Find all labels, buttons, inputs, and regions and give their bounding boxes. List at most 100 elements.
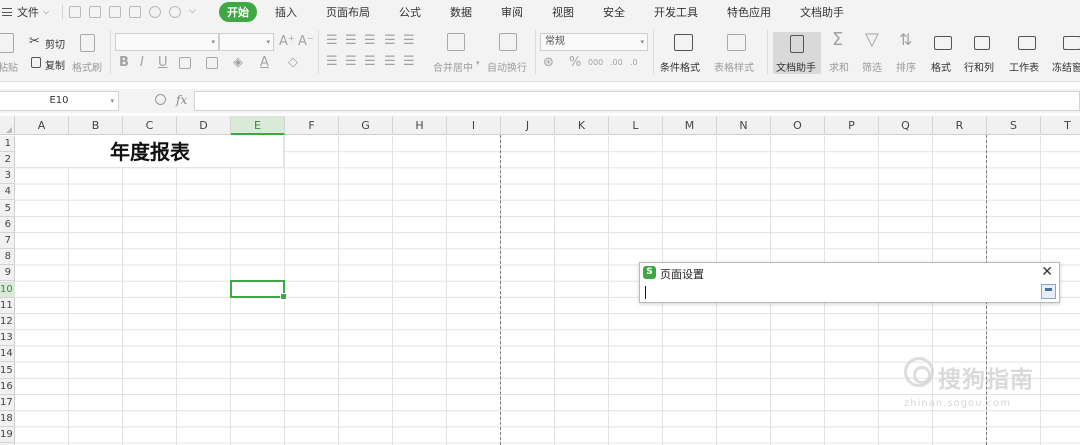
- indent-decrease-icon[interactable]: ☰: [384, 34, 396, 48]
- tab-page-layout[interactable]: 页面布局: [326, 4, 370, 20]
- italic-icon[interactable]: I: [140, 56, 144, 70]
- column-header[interactable]: P: [825, 116, 879, 135]
- tab-home[interactable]: 开始: [219, 2, 257, 22]
- column-header[interactable]: C: [123, 116, 177, 135]
- row-header[interactable]: 17: [0, 395, 15, 411]
- column-header[interactable]: F: [285, 116, 339, 135]
- align-top-icon[interactable]: ☰: [326, 34, 338, 48]
- fx-icon[interactable]: fx: [176, 93, 187, 107]
- conditional-format-icon[interactable]: [674, 34, 693, 51]
- row-header[interactable]: 3: [0, 168, 15, 184]
- column-header[interactable]: K: [555, 116, 609, 135]
- paste-icon[interactable]: [0, 33, 14, 53]
- column-header[interactable]: B: [69, 116, 123, 135]
- export-pdf-icon[interactable]: [89, 6, 101, 18]
- tab-doc-helper[interactable]: 文档助手: [800, 4, 844, 20]
- tab-special-apps[interactable]: 特色应用: [727, 4, 771, 20]
- close-icon[interactable]: ✕: [1041, 264, 1053, 280]
- column-header[interactable]: G: [339, 116, 393, 135]
- row-header[interactable]: 15: [0, 363, 15, 379]
- row-header[interactable]: 8: [0, 249, 15, 265]
- tab-insert[interactable]: 插入: [275, 4, 297, 20]
- column-header[interactable]: T: [1041, 116, 1080, 135]
- conditional-format-button[interactable]: 条件格式: [660, 59, 700, 74]
- font-color-icon[interactable]: A: [260, 56, 269, 70]
- column-header[interactable]: H: [393, 116, 447, 135]
- tab-view[interactable]: 视图: [552, 4, 574, 20]
- column-header[interactable]: N: [717, 116, 771, 135]
- range-input[interactable]: [642, 284, 1040, 301]
- align-center-icon[interactable]: ☰: [345, 55, 357, 69]
- active-cell-e10[interactable]: [230, 280, 287, 300]
- column-header[interactable]: O: [771, 116, 825, 135]
- format-button[interactable]: 格式: [931, 59, 951, 74]
- indent-increase-icon[interactable]: ☰: [403, 34, 415, 48]
- sort-button[interactable]: 排序: [896, 59, 916, 74]
- column-header[interactable]: A: [15, 116, 69, 135]
- row-header[interactable]: 14: [0, 346, 15, 362]
- column-header[interactable]: Q: [879, 116, 933, 135]
- font-shrink-icon[interactable]: A⁻: [298, 35, 314, 49]
- row-header[interactable]: 18: [0, 411, 15, 427]
- align-bottom-icon[interactable]: ☰: [364, 34, 376, 48]
- print-preview-icon[interactable]: [129, 6, 141, 18]
- formula-input[interactable]: [194, 91, 1080, 111]
- merge-center-icon[interactable]: [447, 33, 465, 51]
- dialog-header[interactable]: S 页面设置 ✕: [640, 263, 1059, 283]
- sum-icon[interactable]: Σ: [832, 31, 843, 49]
- highlight-icon[interactable]: ◈: [233, 56, 243, 70]
- number-format-select[interactable]: 常规 ▾: [540, 33, 648, 51]
- filter-icon[interactable]: ▽: [865, 31, 879, 49]
- currency-icon[interactable]: ⊛: [543, 56, 554, 70]
- column-header-selected[interactable]: E: [231, 116, 285, 135]
- name-box[interactable]: E10 ▾: [0, 91, 119, 111]
- sort-icon[interactable]: ⇅: [899, 32, 912, 48]
- select-all-corner[interactable]: [0, 116, 15, 135]
- copy-button[interactable]: 复制: [45, 57, 65, 72]
- thousands-icon[interactable]: 000: [588, 56, 603, 70]
- align-right-icon[interactable]: ☰: [364, 55, 376, 69]
- column-header[interactable]: R: [933, 116, 987, 135]
- save-icon[interactable]: [69, 6, 81, 18]
- row-header[interactable]: 19: [0, 427, 15, 443]
- row-header[interactable]: 11: [0, 298, 15, 314]
- table-style-icon[interactable]: [727, 34, 746, 51]
- tab-review[interactable]: 审阅: [501, 4, 523, 20]
- tab-developer[interactable]: 开发工具: [654, 4, 698, 20]
- column-header[interactable]: D: [177, 116, 231, 135]
- font-grow-icon[interactable]: A⁺: [279, 35, 295, 49]
- border-icon[interactable]: [179, 57, 191, 69]
- percent-icon[interactable]: %: [569, 56, 581, 70]
- column-header[interactable]: S: [987, 116, 1041, 135]
- tab-formulas[interactable]: 公式: [399, 4, 421, 20]
- row-header-selected[interactable]: 10: [0, 282, 15, 298]
- decrease-decimal-icon[interactable]: .0: [630, 56, 638, 70]
- tab-data[interactable]: 数据: [450, 4, 472, 20]
- format-painter-button[interactable]: 格式刷: [72, 59, 102, 74]
- font-name-select[interactable]: ▾: [115, 33, 219, 51]
- print-icon[interactable]: [109, 6, 121, 18]
- freeze-button[interactable]: 冻结窗: [1052, 59, 1080, 74]
- cut-button[interactable]: 剪切: [45, 36, 65, 51]
- row-header[interactable]: 9: [0, 265, 15, 281]
- column-header[interactable]: M: [663, 116, 717, 135]
- justify-icon[interactable]: ☰: [384, 55, 396, 69]
- customize-toolbar-icon[interactable]: ⌵: [189, 6, 201, 18]
- row-header[interactable]: 16: [0, 379, 15, 395]
- row-header[interactable]: 5: [0, 201, 15, 217]
- row-header[interactable]: 4: [0, 184, 15, 200]
- filter-button[interactable]: 筛选: [862, 59, 882, 74]
- align-middle-icon[interactable]: ☰: [345, 34, 357, 48]
- bold-icon[interactable]: B: [119, 56, 129, 70]
- zoom-icon[interactable]: [155, 94, 166, 105]
- font-size-select[interactable]: ▾: [219, 33, 274, 51]
- column-header[interactable]: L: [609, 116, 663, 135]
- column-header[interactable]: J: [501, 116, 555, 135]
- row-header[interactable]: 13: [0, 330, 15, 346]
- redo-icon[interactable]: [169, 6, 181, 18]
- column-header[interactable]: I: [447, 116, 501, 135]
- undo-icon[interactable]: [149, 6, 161, 18]
- worksheet-button[interactable]: 工作表: [1009, 59, 1039, 74]
- file-menu[interactable]: 文件 ⌵: [0, 4, 60, 20]
- clear-format-icon[interactable]: ◇: [288, 56, 298, 70]
